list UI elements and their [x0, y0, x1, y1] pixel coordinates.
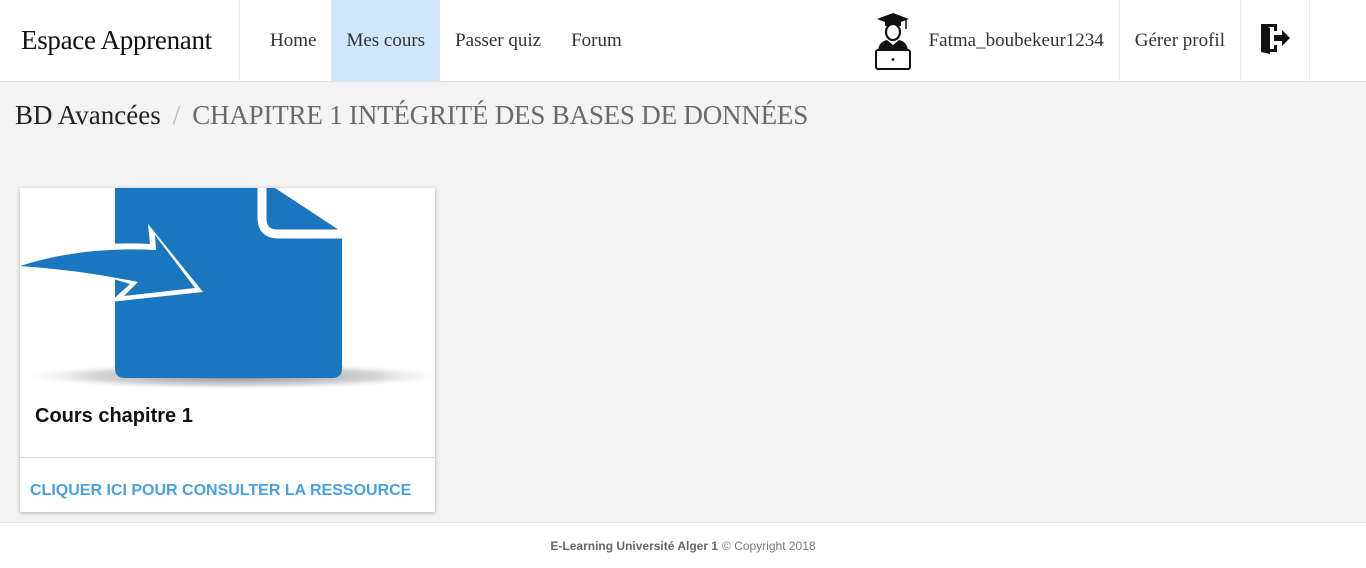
graduate-student-laptop-icon: [872, 11, 914, 71]
main-nav: Home Mes cours Passer quiz Forum: [240, 0, 637, 81]
breadcrumb-current-chapter: CHAPITRE 1 INTÉGRITÉ DES BASES DE DONNÉE…: [192, 100, 809, 130]
user-name: Fatma_boubekeur1234: [928, 29, 1104, 51]
nav-right: Fatma_boubekeur1234 Gérer profil: [857, 0, 1366, 81]
breadcrumb: BD Avancées / CHAPITRE 1 INTÉGRITÉ DES B…: [15, 100, 808, 131]
nav-home[interactable]: Home: [255, 0, 331, 81]
nav-forum[interactable]: Forum: [556, 0, 637, 81]
logout-button[interactable]: [1241, 0, 1310, 81]
footer: E-Learning Université Alger 1 © Copyrigh…: [0, 522, 1366, 568]
file-import-arrow-icon[interactable]: [20, 188, 435, 393]
nav-passer-quiz[interactable]: Passer quiz: [440, 0, 556, 81]
resource-card: Cours chapitre 1 CLIQUER ICI POUR CONSUL…: [20, 188, 435, 512]
consult-resource-link[interactable]: CLIQUER ICI POUR CONSULTER LA RESSOURCE: [20, 458, 435, 500]
breadcrumb-course[interactable]: BD Avancées: [15, 100, 161, 131]
footer-copyright: © Copyright 2018: [722, 538, 816, 553]
logout-door-icon: [1258, 21, 1292, 60]
brand-title[interactable]: Espace Apprenant: [0, 0, 240, 81]
breadcrumb-separator: /: [172, 100, 181, 130]
manage-profile-link[interactable]: Gérer profil: [1120, 0, 1241, 81]
nav-mes-cours[interactable]: Mes cours: [331, 0, 441, 81]
top-navbar: Espace Apprenant Home Mes cours Passer q…: [0, 0, 1366, 82]
footer-org: E-Learning Université Alger 1: [550, 538, 719, 553]
resource-title: Cours chapitre 1: [35, 405, 193, 427]
user-menu[interactable]: Fatma_boubekeur1234: [857, 0, 1120, 81]
